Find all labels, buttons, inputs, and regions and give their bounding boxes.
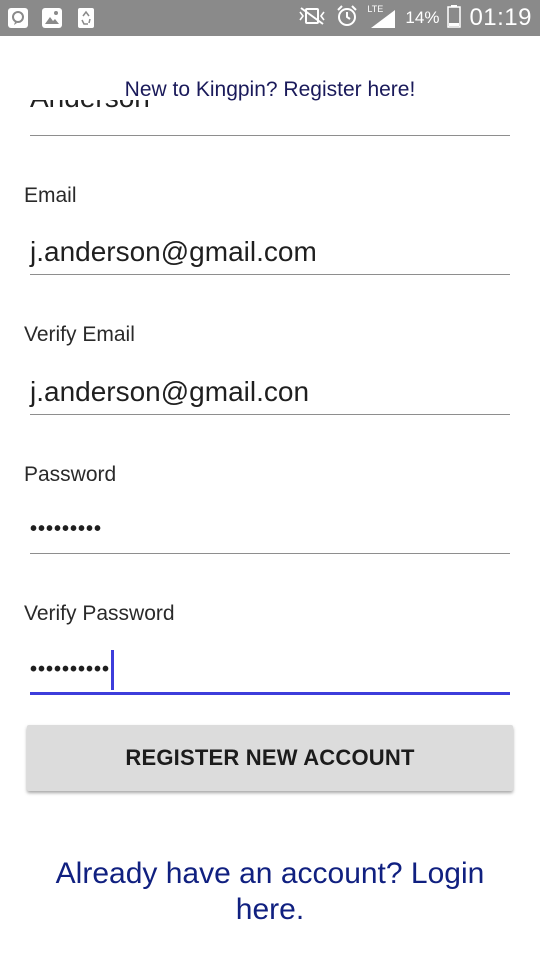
messenger-notification-icon xyxy=(6,6,30,30)
password-label: Password xyxy=(24,463,117,486)
verify-password-field[interactable]: •••••••••• xyxy=(30,650,115,690)
email-field[interactable]: j.anderson@gmail.com xyxy=(30,236,317,268)
last-name-value: Anderson xyxy=(30,100,150,113)
password-field[interactable]: ••••••••• xyxy=(30,518,102,541)
notification-icons xyxy=(6,6,98,30)
verify-password-underline-focused xyxy=(30,692,510,695)
verify-email-underline xyxy=(30,414,510,415)
battery-percentage: 14% xyxy=(405,8,440,27)
last-name-underline xyxy=(30,135,510,136)
vibrate-mute-icon xyxy=(297,6,327,31)
verify-password-value: •••••••••• xyxy=(30,658,111,681)
verify-email-field[interactable]: j.anderson@gmail.con xyxy=(30,376,309,408)
text-cursor xyxy=(111,650,115,690)
login-here-link[interactable]: Already have an account? Login here. xyxy=(40,856,500,928)
verify-password-label: Verify Password xyxy=(24,602,175,625)
recycle-notification-icon xyxy=(74,6,98,30)
battery-icon xyxy=(447,4,462,33)
last-name-field[interactable]: Anderson xyxy=(30,100,150,126)
registration-form: New to Kingpin? Register here! Anderson … xyxy=(0,36,540,960)
verify-email-label: Verify Email xyxy=(24,323,135,346)
register-new-account-button[interactable]: REGISTER NEW ACCOUNT xyxy=(27,725,513,791)
lte-signal-icon: LTE xyxy=(367,4,397,30)
register-here-link[interactable]: New to Kingpin? Register here! xyxy=(0,78,540,102)
email-underline xyxy=(30,274,510,275)
alarm-icon xyxy=(335,4,359,33)
clock-time: 01:19 xyxy=(469,4,532,31)
password-underline xyxy=(30,553,510,554)
gallery-notification-icon xyxy=(40,6,64,30)
status-bar: LTE 14% 01:19 xyxy=(0,0,540,36)
email-label: Email xyxy=(24,184,77,207)
system-icons: LTE 14% 01:19 xyxy=(297,0,532,36)
